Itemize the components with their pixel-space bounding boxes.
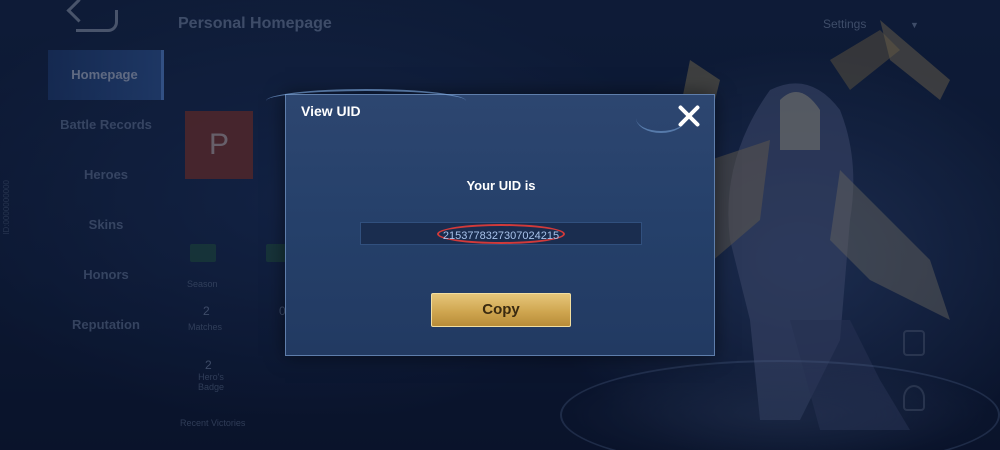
dialog-ornament bbox=[266, 89, 466, 113]
uid-label: Your UID is bbox=[466, 178, 536, 193]
close-icon[interactable] bbox=[674, 101, 704, 131]
copy-button[interactable]: Copy bbox=[431, 293, 571, 327]
view-uid-dialog: View UID Your UID is 2153778327307024215… bbox=[266, 89, 715, 356]
uid-value: 2153778327307024215 bbox=[437, 224, 565, 244]
dialog-title: View UID bbox=[301, 103, 361, 119]
